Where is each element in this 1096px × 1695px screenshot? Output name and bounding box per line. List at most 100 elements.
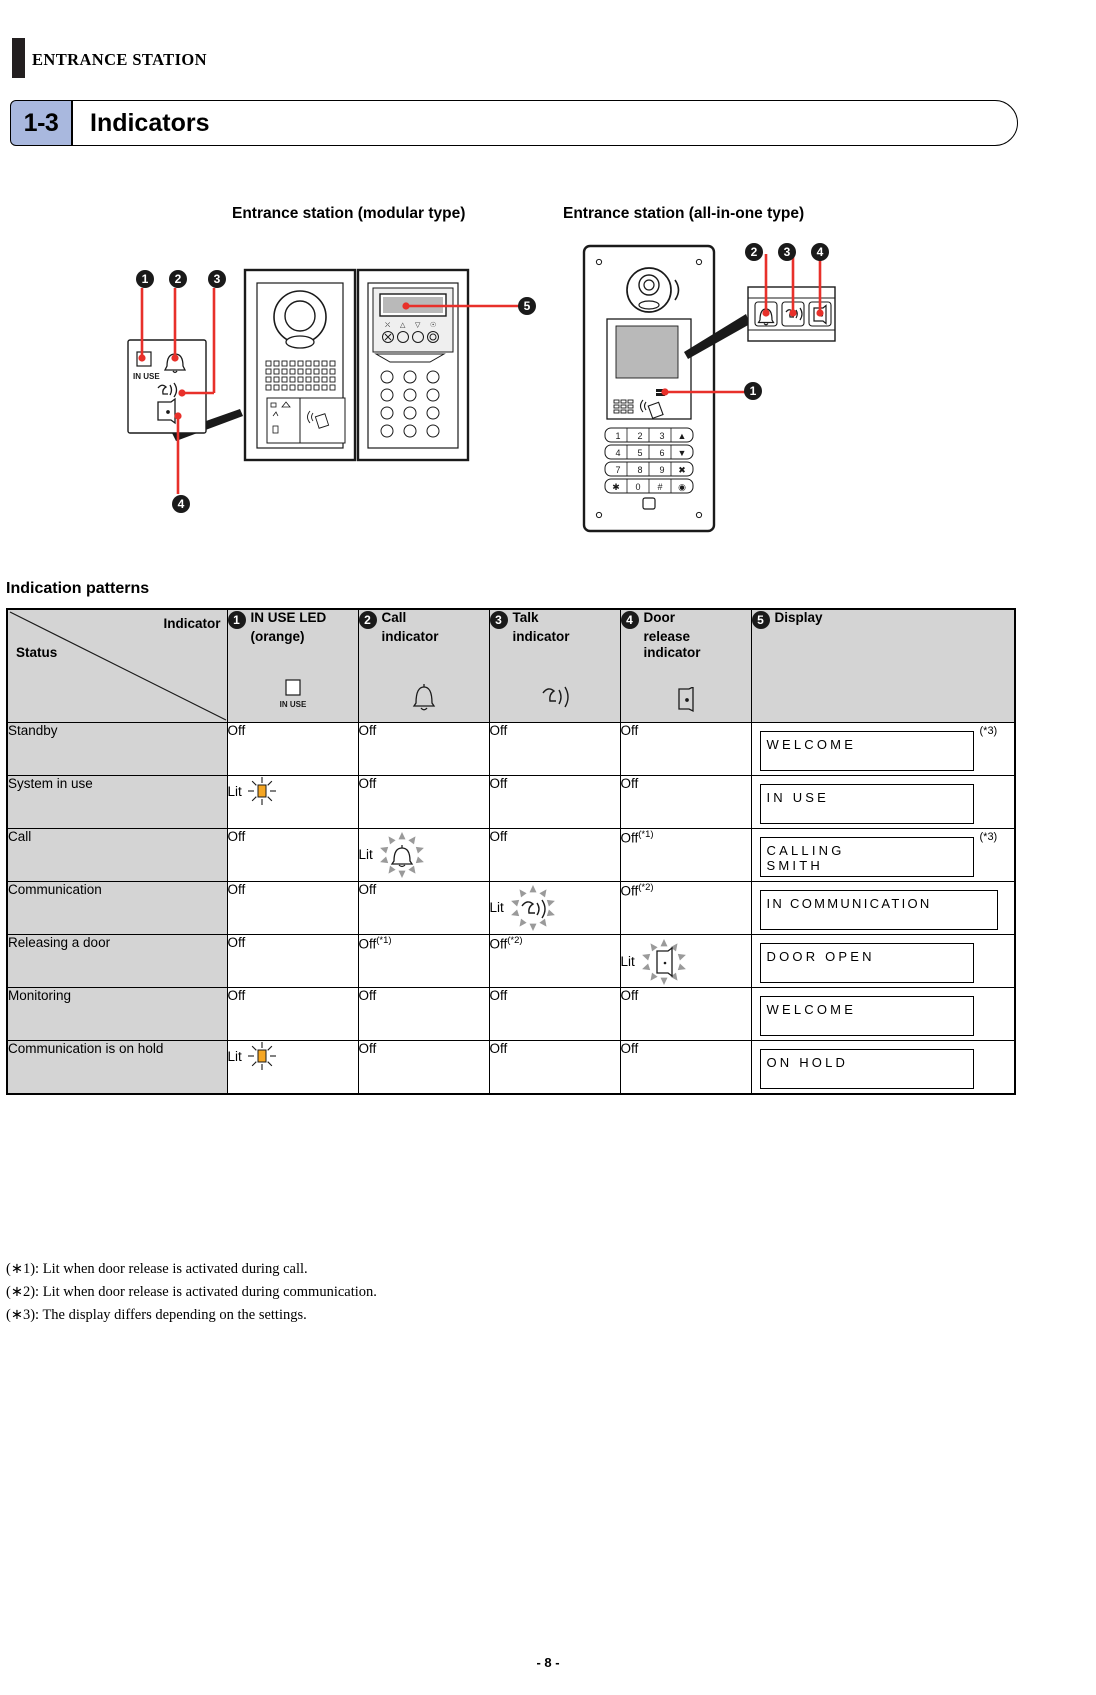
- cell-display: IN USE: [750, 775, 1016, 829]
- cell-call-indicator: Off: [357, 722, 490, 776]
- in-use-led-icon: IN USE: [228, 679, 358, 716]
- column-header-sublabel-1: (orange): [250, 629, 305, 644]
- cell-door-release-indicator-state: Off: [620, 988, 639, 1003]
- column-header-sublabel-4: release: [643, 629, 691, 644]
- cell-door-release-indicator-state: Off: [620, 1041, 639, 1056]
- svg-text:△: △: [400, 322, 406, 329]
- indication-patterns-table: Indicator Status 1 IN USE LED (orange) IN…: [6, 608, 1016, 1095]
- footnotes: (∗1): Lit when door release is activated…: [6, 1258, 377, 1327]
- cell-call-indicator-state: Off: [358, 1041, 377, 1056]
- cell-call-indicator-state: Off: [358, 723, 377, 738]
- column-header-talk-indicator: 3 Talk indicator: [488, 608, 621, 723]
- column-header-sublabel-2: indicator: [381, 629, 439, 644]
- lcd-screen: IN USE: [759, 784, 974, 824]
- svg-text:6: 6: [659, 448, 664, 458]
- cell-door-release-indicator-note: (*2): [638, 882, 654, 893]
- svg-text:✖: ✖: [678, 465, 686, 475]
- lcd-screen: ON HOLD: [759, 1049, 974, 1089]
- column-badge-4: 4: [620, 611, 639, 629]
- cell-talk-indicator-state: Off: [489, 723, 508, 738]
- svg-text:◉: ◉: [678, 482, 686, 492]
- section-header: 1-3 Indicators: [10, 100, 1018, 146]
- svg-text:IN USE: IN USE: [279, 700, 306, 709]
- page-title: Indicators: [90, 109, 210, 137]
- status-label: Monitoring: [6, 987, 228, 1041]
- svg-text:⛌: ⛌: [385, 322, 390, 329]
- lcd-screen: DOOR OPEN: [759, 943, 974, 983]
- corner-indicator-label: Indicator: [163, 616, 221, 631]
- column-header-door-release-indicator: 4 Door release indicator: [619, 608, 752, 723]
- svg-text:✱: ✱: [612, 482, 620, 492]
- display-line-1: WELCOME: [766, 737, 857, 752]
- cell-in-use-led-state: Off: [227, 829, 246, 844]
- cell-call-indicator: Off(*1): [357, 934, 490, 988]
- display-line-1: WELCOME: [766, 1002, 857, 1017]
- cell-door-release-indicator-state: Off: [620, 776, 639, 791]
- lcd-screen: WELCOME: [759, 731, 974, 771]
- callout-badge-3-modular: 3: [208, 270, 226, 288]
- section-title-bar: [72, 100, 1018, 146]
- svg-text:IN USE: IN USE: [133, 372, 160, 381]
- cell-display: IN COMMUNICATION: [750, 881, 1016, 935]
- column-header-label-4: Door: [643, 610, 676, 625]
- cell-in-use-led-state: Off: [227, 882, 246, 897]
- cell-in-use-led: Lit: [226, 775, 359, 829]
- footnote-3: (∗3): The display differs depending on t…: [6, 1307, 307, 1323]
- led-lit-icon: [247, 1042, 276, 1070]
- svg-text:0: 0: [635, 482, 640, 492]
- callout-badge-2-all-in-one: 2: [745, 243, 763, 261]
- status-label: Releasing a door: [6, 934, 228, 988]
- callout-badge-1-all-in-one: 1: [744, 382, 762, 400]
- column-header-sublabel-3: indicator: [512, 629, 570, 644]
- svg-text:9: 9: [659, 465, 664, 475]
- cell-talk-indicator: Off: [488, 722, 621, 776]
- header-accent-bar: [12, 38, 25, 78]
- cell-talk-indicator: Off: [488, 775, 621, 829]
- cell-in-use-led-state: Lit: [227, 783, 242, 799]
- section-number: 1-3: [10, 100, 72, 146]
- page-number: - 8 -: [536, 1655, 560, 1670]
- display-line-1: DOOR OPEN: [766, 949, 875, 964]
- svg-text:2: 2: [637, 431, 642, 441]
- cell-call-indicator: Off: [357, 881, 490, 935]
- column-header-in-use-led: 1 IN USE LED (orange) IN USE: [226, 608, 359, 723]
- caption-modular-type: Entrance station (modular type): [232, 205, 466, 222]
- cell-door-release-indicator: Off: [619, 1040, 752, 1095]
- callout-badge-5-modular: 5: [518, 297, 536, 315]
- svg-text:3: 3: [659, 431, 664, 441]
- table-row: System in use Lit Off Off Off IN USE: [6, 775, 1016, 829]
- cell-door-release-indicator: Lit: [619, 934, 752, 988]
- table-header-row: Indicator Status 1 IN USE LED (orange) IN…: [6, 608, 1016, 723]
- cell-talk-indicator-state: Off: [489, 936, 508, 952]
- bell-icon: [359, 679, 489, 716]
- column-badge-3: 3: [489, 611, 508, 629]
- cell-door-release-indicator-state: Off: [620, 830, 639, 846]
- cell-display: CALLING SMITH (*3): [750, 828, 1016, 882]
- column-header-display: 5 Display: [750, 608, 1016, 723]
- table-row: Call Off Lit Off Off(*1) CALLING SMITH (*…: [6, 828, 1016, 882]
- callout-badge-1-modular: 1: [136, 270, 154, 288]
- callout-badge-4-all-in-one: 4: [811, 243, 829, 261]
- cell-call-indicator: Off: [357, 987, 490, 1041]
- status-label: Call: [6, 828, 228, 882]
- cell-call-indicator-state: Off: [358, 882, 377, 897]
- table-row: Monitoring Off Off Off Off WELCOME: [6, 987, 1016, 1041]
- svg-text:▲: ▲: [678, 431, 687, 441]
- diagram-area: Entrance station (modular type) Entrance…: [0, 160, 1096, 580]
- cell-in-use-led-state: Off: [227, 988, 246, 1003]
- table-row: Releasing a door Off Off(*1) Off(*2) Lit…: [6, 934, 1016, 988]
- cell-door-release-indicator: Off: [619, 987, 752, 1041]
- cell-call-indicator-state: Off: [358, 776, 377, 791]
- cell-display: WELCOME: [750, 987, 1016, 1041]
- column-badge-5: 5: [751, 611, 770, 629]
- svg-text:☉: ☉: [430, 321, 436, 329]
- all-in-one-station-illustration: 1 2 3 ▲ 4 5 6 ▼ 7 8 9 ✖ ✱ 0 # ◉: [582, 244, 836, 533]
- cell-talk-indicator-state: Off: [489, 776, 508, 791]
- column-header-label-1: IN USE LED: [250, 610, 327, 625]
- cell-talk-indicator: Off(*2): [488, 934, 621, 988]
- cell-door-release-indicator-state: Lit: [620, 953, 635, 969]
- corner-header-cell: Indicator Status: [6, 608, 228, 723]
- cell-call-indicator: Lit: [357, 828, 490, 882]
- caption-all-in-one-type: Entrance station (all-in-one type): [563, 205, 805, 222]
- svg-text:1: 1: [615, 431, 620, 441]
